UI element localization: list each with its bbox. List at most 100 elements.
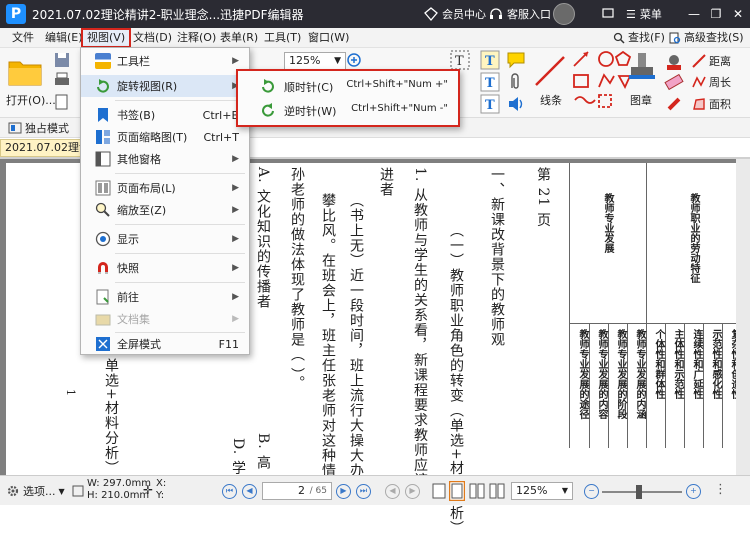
menu-tools[interactable]: 工具(T) [262, 30, 303, 46]
cursor-y: Y: [156, 490, 165, 501]
distance-label: 距离 [709, 55, 731, 68]
go-to-icon [96, 289, 109, 305]
callout-icon[interactable]: T [480, 94, 500, 114]
minimize-to-tray-icon[interactable] [601, 6, 615, 20]
print-icon[interactable] [54, 72, 70, 88]
page-number-marker: 1 [64, 389, 77, 397]
open-label[interactable]: 打开(O)... [6, 92, 56, 108]
ribbon-zoom-select[interactable]: 125% ▼ [284, 52, 346, 70]
previous-page-button[interactable]: ◀ [242, 484, 257, 499]
doc-column: 孙老师的做法体现了教师是（ ）。 [289, 167, 305, 391]
page-icon[interactable] [54, 94, 70, 110]
next-page-button[interactable]: ▶ [336, 484, 351, 499]
menu-view[interactable]: 视图(V) [81, 28, 132, 48]
page-number-field[interactable]: 2 / 65 [262, 482, 332, 500]
stamp-label: 图章 [630, 94, 652, 107]
svg-text:T: T [485, 76, 495, 91]
exclusive-mode-button[interactable]: 独占模式 [8, 120, 69, 136]
view-options-icon[interactable]: ⋮ [714, 482, 727, 497]
chevron-right-icon: ▶ [232, 314, 239, 324]
doc-column: D. 学 [230, 438, 246, 476]
facing-page-icon[interactable] [469, 483, 485, 499]
document-search-icon [669, 32, 681, 44]
crosshair-icon: ✛ [143, 483, 154, 497]
menu-item-label: 旋转视图(R) [117, 80, 178, 93]
forward-button[interactable]: ▶ [405, 484, 420, 499]
table-cell: 教师专业发展的阶段 [615, 329, 626, 419]
menu-item-display[interactable]: 显示 ▶ [81, 228, 249, 250]
advanced-find-button[interactable]: 高级查找(S) [669, 30, 744, 46]
text-box-icon[interactable]: T [480, 72, 500, 92]
menu-comment[interactable]: 注释(O) [175, 30, 218, 46]
menu-form[interactable]: 表单(R) [218, 30, 260, 46]
menu-item-label: 文档集 [117, 313, 150, 326]
menu-item-thumbnails[interactable]: 页面缩略图(T) Ctrl+T [81, 126, 249, 148]
area-button[interactable]: 面积 [692, 96, 731, 112]
sound-icon[interactable] [506, 94, 526, 114]
distance-button[interactable]: 距离 [692, 53, 731, 69]
save-icon[interactable] [54, 52, 70, 68]
menu-item-fullscreen[interactable]: 全屏模式 F11 [81, 333, 249, 355]
menu-item-go-to[interactable]: 前往 ▶ [81, 286, 249, 308]
menu-button[interactable]: ☰ 菜单 [626, 6, 662, 22]
text-select-icon[interactable]: T [450, 50, 470, 70]
single-page-icon[interactable] [432, 483, 446, 499]
menu-item-rotate-counterclockwise[interactable]: 逆时针(W) Ctrl+Shift+"Num -" [242, 99, 456, 121]
stamp-icon[interactable] [628, 52, 656, 86]
pencil-icon[interactable] [664, 94, 684, 114]
zoom-in-button[interactable]: + [686, 484, 701, 499]
support-label: 客服入口 [507, 8, 551, 21]
ribbon-zoom-value: 125% [289, 54, 321, 67]
menu-item-toolbar[interactable]: 工具栏 ▶ [81, 50, 249, 72]
minimize-button[interactable]: — [684, 4, 704, 24]
support-button[interactable]: 客服入口 [489, 6, 551, 22]
vertical-scrollbar[interactable] [736, 159, 750, 475]
back-button[interactable]: ◀ [385, 484, 400, 499]
menu-item-zoom-to[interactable]: 缩放至(Z) ▶ [81, 199, 249, 221]
doc-column: A. 文化知识的传播者 [255, 167, 271, 310]
menu-edit[interactable]: 编辑(E) [43, 30, 85, 46]
folder-icon[interactable] [8, 56, 42, 86]
perimeter-icon [692, 76, 706, 88]
menu-item-label: 页面缩略图(T) [117, 131, 188, 144]
table-cell: 教师专业发展的途径 [577, 329, 588, 419]
menu-bar: 文件 编辑(E) 视图(V) 文档(D) 注释(O) 表单(R) 工具(T) 窗… [0, 28, 750, 48]
zoom-in-icon[interactable] [346, 52, 364, 70]
find-button[interactable]: 查找(F) [613, 30, 665, 46]
member-center-button[interactable]: 会员中心 [424, 6, 486, 22]
menu-item-label: 缩放至(Z) [117, 204, 167, 217]
menu-item-snapshot[interactable]: 快照 ▶ [81, 257, 249, 279]
member-center-label: 会员中心 [442, 8, 486, 21]
menu-item-bookmark[interactable]: 书签(B) Ctrl+B [81, 104, 249, 126]
menu-item-page-layout[interactable]: 页面布局(L) ▶ [81, 177, 249, 199]
last-page-button[interactable]: ⏭ [356, 484, 371, 499]
zoom-out-button[interactable]: − [584, 484, 599, 499]
perimeter-button[interactable]: 周长 [692, 74, 731, 90]
options-button[interactable]: 选项... ▼ [6, 483, 65, 499]
menu-file[interactable]: 文件 [10, 30, 36, 46]
stamp-tool-icon[interactable] [664, 52, 684, 72]
attachment-icon[interactable] [506, 72, 526, 92]
eraser-icon[interactable] [664, 72, 684, 92]
toolbar-icon [95, 53, 111, 69]
status-zoom-value: 125% [516, 484, 548, 497]
continuous-facing-icon[interactable] [489, 483, 505, 499]
typewriter-icon[interactable]: T [480, 50, 500, 70]
status-zoom-select[interactable]: 125% ▼ [511, 482, 573, 500]
submenu-item-shortcut: Ctrl+Shift+"Num +" [346, 79, 448, 90]
continuous-page-icon[interactable] [449, 481, 465, 501]
zoom-slider-track[interactable] [602, 491, 682, 493]
note-icon[interactable] [506, 50, 526, 70]
first-page-button[interactable]: ⏮ [222, 484, 237, 499]
maximize-button[interactable]: ❐ [706, 4, 726, 24]
menu-item-rotate-view[interactable]: 旋转视图(R) ▶ [81, 75, 249, 97]
menu-window[interactable]: 窗口(W) [306, 30, 351, 46]
menu-item-rotate-clockwise[interactable]: 顺时针(C) Ctrl+Shift+"Num +" [242, 75, 456, 97]
menu-document[interactable]: 文档(D) [131, 30, 174, 46]
line-tool-icon[interactable] [533, 54, 567, 88]
shape-tools-icon[interactable] [572, 50, 636, 116]
user-avatar[interactable] [553, 3, 575, 25]
menu-item-other-panes[interactable]: 其他窗格 ▶ [81, 148, 249, 170]
close-button[interactable]: ✕ [728, 4, 748, 24]
zoom-slider-thumb[interactable] [636, 485, 642, 499]
